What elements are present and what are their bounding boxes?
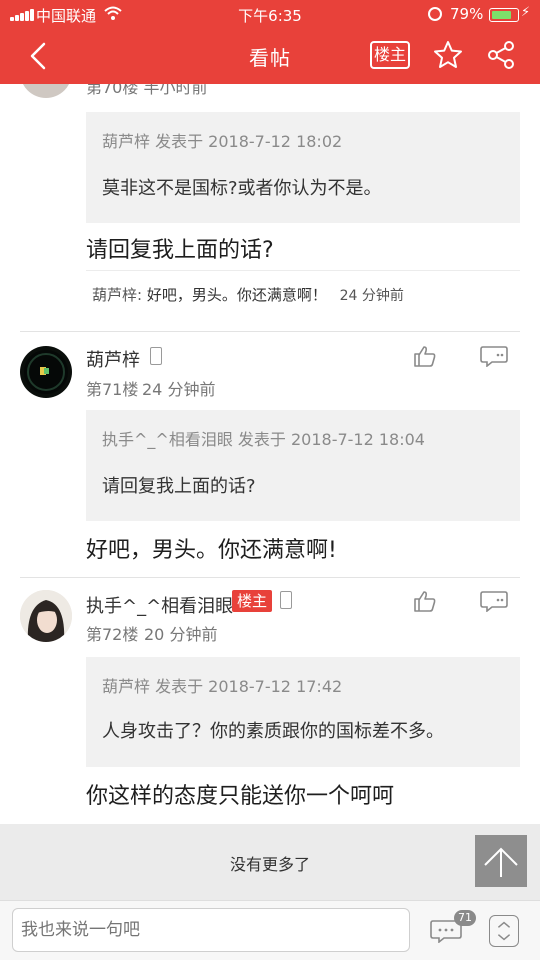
post-body: 好吧，男头。你还满意啊! [86,538,337,563]
username[interactable]: 葫芦梓 [86,346,140,372]
comment-icon[interactable] [480,345,508,367]
post-body: 请回复我上面的话? [86,238,274,263]
no-more-banner: 没有更多了 [0,824,540,900]
charging-icon: ⚡ [521,5,531,20]
thread-content[interactable]: 第70楼 半小时前 葫芦梓 发表于 2018-7-12 18:02 莫非这不是国… [0,84,540,824]
avatar-image [20,590,72,642]
only-louzhu-button[interactable]: 楼主 [370,41,410,69]
divider [20,331,520,332]
quote-meta: 执手^_^相看泪眼 发表于 2018-7-12 18:04 [102,430,425,449]
divider [20,577,520,578]
avatar[interactable] [20,590,72,642]
divider [86,270,520,271]
status-bar: 中国联通 下午6:35 79% ⚡ [0,0,540,28]
star-icon[interactable] [433,40,463,70]
sub-reply-text: 好吧，男头。你还满意啊！ [146,286,327,304]
quote-text: 人身攻击了？你的素质跟你的国标差不多。 [102,721,444,742]
avatar-image [24,350,68,394]
sub-reply[interactable]: 葫芦梓: 好吧，男头。你还满意啊！ 24 分钟前 [92,284,404,305]
reply-input[interactable] [12,908,410,952]
battery-icon [489,8,519,22]
post-thread-screen: 中国联通 下午6:35 79% ⚡ 看帖 楼主 第70楼 半小时前 葫芦梓 发表… [0,0,540,960]
username[interactable]: 执手^_^相看泪眼 [86,592,233,618]
no-more-text: 没有更多了 [229,855,310,874]
floor-number: 第71楼 [86,380,139,399]
post-time: 20 分钟前 [144,625,218,644]
sub-reply-author[interactable]: 葫芦梓: [92,286,142,304]
avatar[interactable] [20,84,72,98]
floor-time: 第70楼 半小时前 [86,84,208,97]
quote-text: 请回复我上面的话? [102,476,256,497]
floor-number: 第72楼 [86,625,139,644]
share-icon[interactable] [486,40,516,70]
thumbs-up-icon[interactable] [413,345,437,367]
battery-percent: 79% [450,5,484,23]
rotation-lock-icon [428,7,442,21]
comment-icon[interactable] [480,590,508,612]
reply-input-bar: 71 [0,900,540,960]
quote-block: 执手^_^相看泪眼 发表于 2018-7-12 18:04 请回复我上面的话? [86,410,520,521]
sub-reply-time: 24 分钟前 [339,288,404,304]
phone-icon [280,591,292,609]
post-time: 24 分钟前 [142,380,216,399]
quote-meta: 葫芦梓 发表于 2018-7-12 18:02 [102,132,343,151]
scroll-to-top-button[interactable] [475,835,527,887]
avatar[interactable] [20,346,72,398]
thumbs-up-icon[interactable] [413,590,437,612]
louzhu-badge: 楼主 [232,590,273,612]
quote-text: 莫非这不是国标?或者你认为不是。 [102,178,382,199]
nav-bar: 看帖 楼主 [0,28,540,84]
post-body: 你这样的态度只能送你一个呵呵 [86,784,395,809]
quote-meta: 葫芦梓 发表于 2018-7-12 17:42 [102,677,343,696]
comment-count-badge: 71 [454,910,476,926]
jump-floor-icon[interactable] [489,915,519,947]
quote-block: 葫芦梓 发表于 2018-7-12 17:42 人身攻击了？你的素质跟你的国标差… [86,657,520,767]
phone-icon [150,347,162,365]
top-bar: 中国联通 下午6:35 79% ⚡ 看帖 楼主 [0,0,540,84]
quote-block: 葫芦梓 发表于 2018-7-12 18:02 莫非这不是国标?或者你认为不是。 [86,112,520,223]
